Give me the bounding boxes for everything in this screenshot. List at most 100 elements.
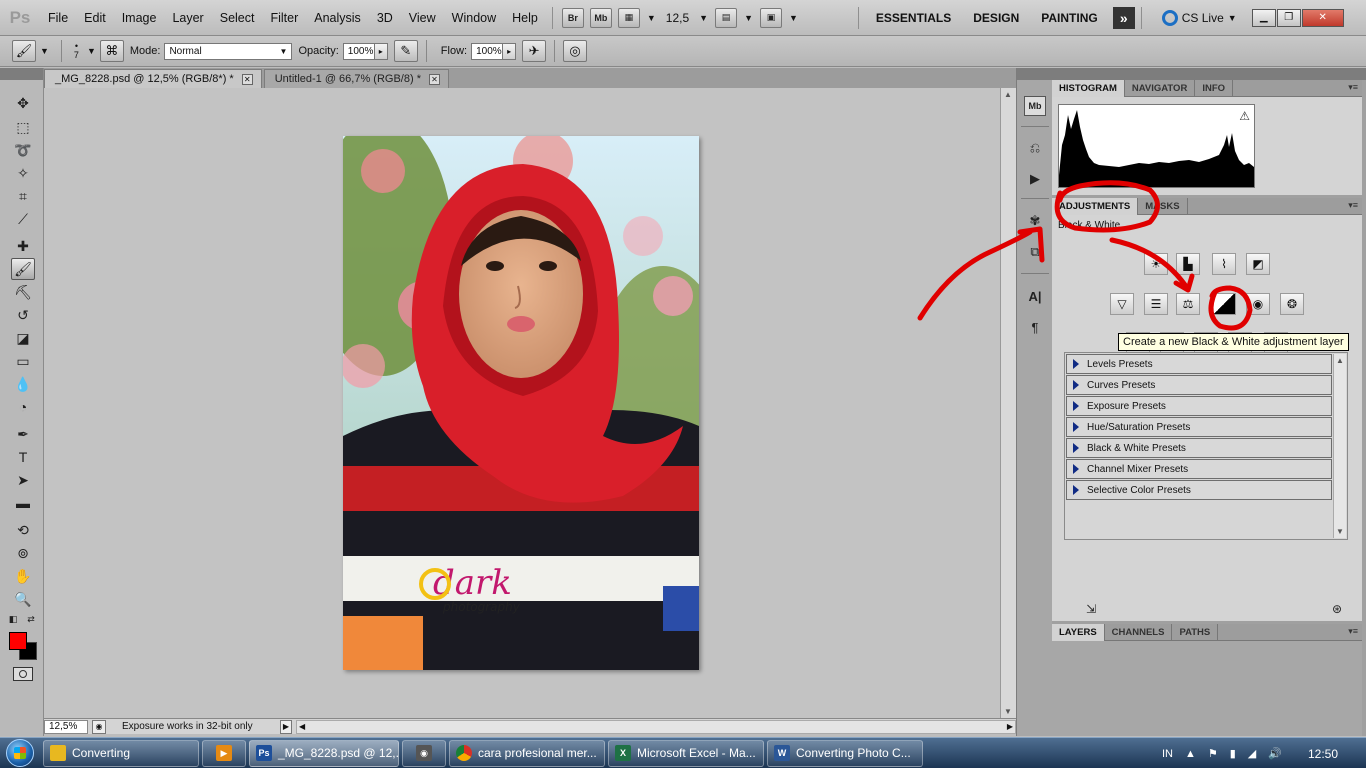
panel-menu-icon[interactable]: ▾≡	[1348, 82, 1358, 93]
workspace-essentials[interactable]: ESSENTIALS	[865, 11, 962, 25]
minimize-button[interactable]: ▁	[1251, 8, 1276, 27]
eraser-tool-icon[interactable]: ◪	[11, 327, 35, 349]
mode-select[interactable]: Normal ▼	[164, 42, 293, 60]
marquee-tool-icon[interactable]: ⬚	[11, 116, 35, 138]
history-panel-icon[interactable]: ⎌	[1024, 138, 1046, 158]
flow-input[interactable]: 100%	[471, 42, 504, 60]
tab-info[interactable]: INFO	[1195, 80, 1234, 97]
tab-adjustments[interactable]: ADJUSTMENTS	[1052, 198, 1139, 215]
workspace-design[interactable]: DESIGN	[962, 11, 1030, 25]
menu-help[interactable]: Help	[504, 0, 546, 36]
levels-icon[interactable]: ▙	[1176, 253, 1200, 275]
tab-histogram[interactable]: HISTOGRAM	[1052, 80, 1125, 97]
brush-panel-icon[interactable]: ✾	[1024, 211, 1046, 231]
volume-icon[interactable]: 🔊	[1268, 747, 1282, 760]
tablet-opacity-pressure-button[interactable]: ✎	[393, 40, 418, 62]
scroll-down-icon[interactable]: ▼	[1336, 527, 1344, 536]
launch-minibridge-button[interactable]: Mb	[589, 7, 612, 28]
gradient-tool-icon[interactable]: ▭	[11, 350, 35, 372]
tool-preset-picker[interactable]: 🖌	[12, 40, 36, 62]
tab-channels[interactable]: CHANNELS	[1105, 624, 1173, 641]
preset-item-channel-mixer[interactable]: Channel Mixer Presets	[1066, 459, 1332, 479]
quick-selection-tool-icon[interactable]: ✧	[11, 162, 35, 184]
presets-scrollbar[interactable]: ▲ ▼	[1333, 354, 1346, 538]
horizontal-scrollbar[interactable]: ◀ ▶	[296, 719, 1016, 734]
preset-item-black-white[interactable]: Black & White Presets	[1066, 438, 1332, 458]
hue-saturation-icon[interactable]: ☰	[1144, 293, 1168, 315]
document-canvas[interactable]: dark photography	[44, 88, 1000, 718]
swap-colors-icon[interactable]: ⇄	[24, 612, 38, 626]
menu-image[interactable]: Image	[114, 0, 165, 36]
color-balance-icon[interactable]: ⚖	[1176, 293, 1200, 315]
tab-document-mg8228[interactable]: _MG_8228.psd @ 12,5% (RGB/8*) * ✕	[44, 69, 262, 88]
taskbar-item-explorer-converting[interactable]: Converting	[43, 739, 199, 767]
panel-menu-icon[interactable]: ▾≡	[1348, 200, 1358, 211]
opacity-slider-button[interactable]: ▸	[374, 42, 388, 60]
tab-layers[interactable]: LAYERS	[1052, 624, 1105, 641]
preset-item-curves[interactable]: Curves Presets	[1066, 375, 1332, 395]
scroll-down-icon[interactable]: ▼	[1004, 707, 1012, 716]
menu-3d[interactable]: 3D	[369, 0, 401, 36]
show-hidden-icons[interactable]: ▲	[1185, 748, 1196, 760]
start-button[interactable]	[0, 738, 40, 768]
preset-item-exposure[interactable]: Exposure Presets	[1066, 396, 1332, 416]
scroll-left-icon[interactable]: ◀	[299, 722, 305, 731]
scroll-up-icon[interactable]: ▲	[1004, 90, 1012, 99]
3d-orbit-tool-icon[interactable]: ⊚	[11, 542, 35, 564]
exposure-icon[interactable]: ◩	[1246, 253, 1270, 275]
zoom-level[interactable]: 12,5	[666, 11, 689, 25]
clone-stamp-tool-icon[interactable]: ⛏	[11, 281, 35, 303]
info-icon[interactable]: ◉	[92, 719, 106, 734]
photo-filter-icon[interactable]: ◉	[1246, 293, 1270, 315]
actions-panel-icon[interactable]: ▶	[1024, 169, 1046, 189]
airbrush-button[interactable]: ✈	[522, 40, 547, 62]
taskbar-item-converting-photo[interactable]: W Converting Photo C...	[767, 739, 923, 767]
launch-bridge-button[interactable]: Br	[561, 7, 584, 28]
restore-button[interactable]: ❐	[1276, 8, 1301, 27]
clip-to-layer-icon[interactable]: ⊛	[1332, 602, 1342, 616]
scroll-up-icon[interactable]: ▲	[1336, 356, 1344, 365]
menu-select[interactable]: Select	[212, 0, 263, 36]
channel-mixer-icon[interactable]: ❂	[1280, 293, 1304, 315]
crop-tool-icon[interactable]: ⌗	[11, 185, 35, 207]
preset-item-selective-color[interactable]: Selective Color Presets	[1066, 480, 1332, 500]
pen-tool-icon[interactable]: ✒	[11, 423, 35, 445]
language-indicator[interactable]: IN	[1162, 748, 1173, 760]
network-icon[interactable]: ⚑	[1208, 747, 1218, 760]
quick-mask-button[interactable]	[13, 667, 33, 681]
vibrance-icon[interactable]: ▽	[1110, 293, 1134, 315]
foreground-color-swatch[interactable]	[9, 632, 27, 650]
brightness-contrast-icon[interactable]: ☀	[1144, 253, 1168, 275]
character-panel-icon[interactable]: A|	[1024, 286, 1046, 306]
menu-view[interactable]: View	[401, 0, 444, 36]
cache-warning-icon[interactable]: ⚠	[1239, 109, 1250, 123]
clock[interactable]: 12:50	[1308, 747, 1338, 761]
screen-mode-button[interactable]: ▣	[759, 7, 782, 28]
close-window-button[interactable]: ✕	[1301, 8, 1344, 27]
panel-menu-icon[interactable]: ▾≡	[1348, 626, 1358, 637]
hand-tool-icon[interactable]: ✋	[11, 565, 35, 587]
tab-paths[interactable]: PATHS	[1172, 624, 1219, 641]
opacity-input[interactable]: 100%	[342, 42, 375, 60]
type-tool-icon[interactable]: T	[11, 446, 35, 468]
brush-panel-toggle[interactable]: ⌘	[99, 40, 124, 62]
brush-tool-icon[interactable]: 🖌	[11, 258, 35, 280]
shape-tool-icon[interactable]: ▬	[11, 492, 35, 514]
menu-filter[interactable]: Filter	[262, 0, 306, 36]
menu-layer[interactable]: Layer	[164, 0, 211, 36]
arrange-documents-button[interactable]: ▤	[715, 7, 738, 28]
path-selection-tool-icon[interactable]: ➤	[11, 469, 35, 491]
taskbar-item-media-player[interactable]: ▶	[202, 739, 246, 767]
3d-rotate-tool-icon[interactable]: ⟲	[11, 519, 35, 541]
flow-slider-button[interactable]: ▸	[503, 42, 517, 60]
tablet-size-pressure-button[interactable]: ◎	[563, 40, 588, 62]
taskbar-item-excel[interactable]: X Microsoft Excel - Ma...	[608, 739, 764, 767]
default-colors-icon[interactable]: ◧	[6, 612, 20, 626]
tab-navigator[interactable]: NAVIGATOR	[1125, 80, 1196, 97]
tab-document-untitled[interactable]: Untitled-1 @ 66,7% (RGB/8) * ✕	[263, 69, 449, 88]
status-zoom-field[interactable]: 12,5%	[44, 719, 88, 734]
dodge-tool-icon[interactable]: ◔	[11, 396, 35, 418]
view-extras-button[interactable]: ▦	[617, 7, 640, 28]
black-white-icon[interactable]	[1212, 293, 1236, 315]
menu-analysis[interactable]: Analysis	[306, 0, 369, 36]
